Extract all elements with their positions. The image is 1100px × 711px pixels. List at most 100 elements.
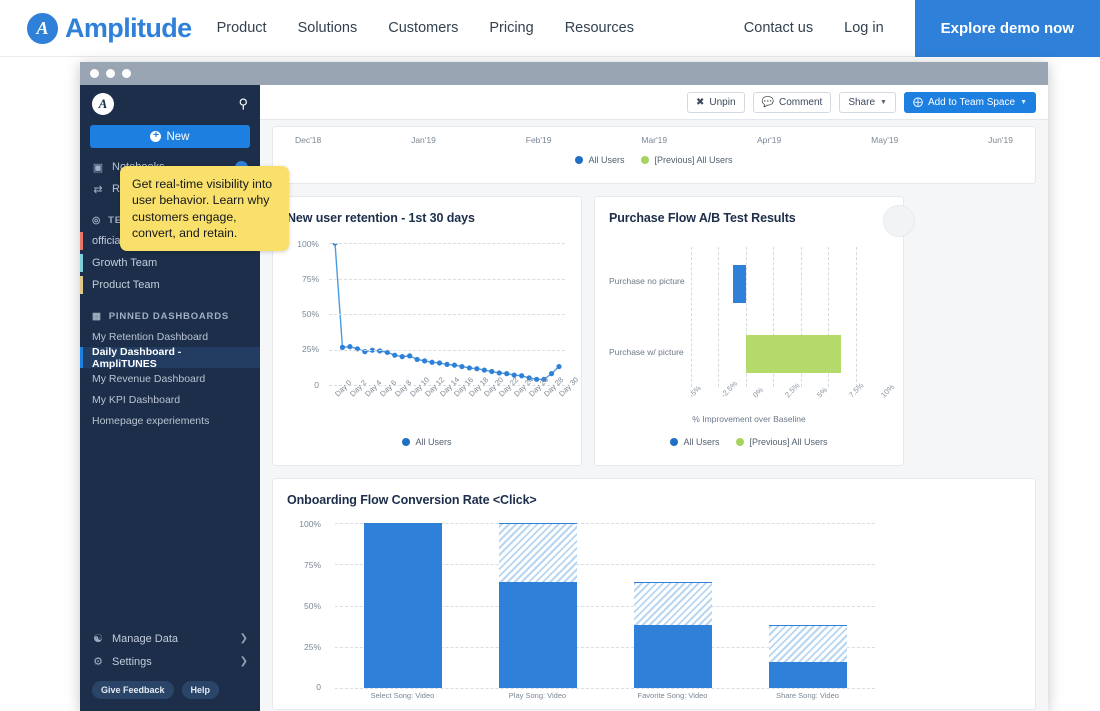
legend-item[interactable]: [Previous] All Users <box>736 437 828 447</box>
dashboard-main: ✖ Unpin 💬 Comment Share ▼ ⨁ Add to Team … <box>260 85 1048 711</box>
retention-data-point[interactable] <box>407 353 413 359</box>
retention-data-point[interactable] <box>451 362 458 368</box>
onboarding-bar[interactable] <box>633 523 712 688</box>
pinned-item-daily-dashboard-amplitunes[interactable]: Daily Dashboard - AmpliTUNES <box>80 345 260 370</box>
onboarding-bar[interactable] <box>768 523 847 688</box>
retention-data-point[interactable] <box>414 356 420 363</box>
sidebar-item-settings[interactable]: ⚙ Settings ❯ <box>80 650 260 673</box>
footer-item-label: Settings <box>112 655 152 668</box>
ytick-label: 25% <box>303 642 321 652</box>
nav-item-resources[interactable]: Resources <box>565 20 634 36</box>
unpin-button[interactable]: ✖ Unpin <box>686 91 745 113</box>
legend-item[interactable]: [Previous] All Users <box>641 155 733 165</box>
legend-swatch <box>736 438 745 446</box>
nav-item-contact-us[interactable]: Contact us <box>744 20 813 36</box>
retention-data-point[interactable] <box>429 359 435 365</box>
retention-data-point[interactable] <box>347 344 353 350</box>
team-space-product-team[interactable]: Product Team <box>80 274 260 296</box>
unpin-icon: ✖ <box>695 96 705 108</box>
panel-timeseries-clipped[interactable]: Dec'18 Jan'19 Feb'19 Mar'19 Apr'19 May'1… <box>272 126 1036 184</box>
add-to-team-space-button[interactable]: ⨁ Add to Team Space ▼ <box>903 91 1036 113</box>
nav-item-pricing[interactable]: Pricing <box>489 20 533 36</box>
pinned-item-label: Daily Dashboard - AmpliTUNES <box>92 345 182 370</box>
pinned-item-my-revenue-dashboard[interactable]: My Revenue Dashboard <box>80 368 260 389</box>
chevron-right-icon: ❯ <box>239 656 248 667</box>
ab-bar-purchase-no-picture[interactable] <box>733 265 746 303</box>
pinned-item-label: My KPI Dashboard <box>92 393 181 406</box>
team-space-label: Product Team <box>92 279 160 291</box>
notebook-icon: ▣ <box>92 161 104 174</box>
retention-data-point[interactable] <box>399 354 405 360</box>
team-space-growth-team[interactable]: Growth Team <box>80 252 260 274</box>
panel-onboarding-flow-conversion[interactable]: Onboarding Flow Conversion Rate <Click> … <box>272 478 1036 710</box>
retention-data-point[interactable] <box>384 349 390 355</box>
team-color-bar <box>80 276 83 294</box>
team-spaces-icon: ◎ <box>92 214 102 226</box>
ab-category-label: Purchase w/ picture <box>609 347 684 357</box>
retention-data-point[interactable] <box>422 358 428 364</box>
retention-data-point[interactable] <box>548 371 555 377</box>
ab-legend: All Users [Previous] All Users <box>595 437 903 447</box>
ab-bar-purchase-w-picture[interactable] <box>745 335 842 373</box>
panel-title: New user retention - 1st 30 days <box>287 211 475 225</box>
legend-label: All Users <box>588 155 625 165</box>
pinned-item-my-kpi-dashboard[interactable]: My KPI Dashboard <box>80 389 260 410</box>
team-space-label: Growth Team <box>92 257 158 269</box>
retention-data-point[interactable] <box>489 368 495 375</box>
pinned-item-my-retention-dashboard[interactable]: My Retention Dashboard <box>80 326 260 347</box>
onboarding-bar-converted <box>633 625 712 688</box>
retention-data-point[interactable] <box>556 363 562 370</box>
retention-data-point[interactable] <box>392 352 398 358</box>
retention-data-point[interactable] <box>504 371 510 377</box>
pinned-item-label: My Revenue Dashboard <box>92 372 206 385</box>
nav-item-log-in[interactable]: Log in <box>844 20 884 36</box>
panel-title: Onboarding Flow Conversion Rate <Click> <box>287 493 537 507</box>
retention-data-point[interactable] <box>474 366 480 372</box>
xtick-label: Share Song: Video <box>776 691 839 700</box>
pinned-item-homepage-experiements[interactable]: Homepage experiements <box>80 410 260 431</box>
legend-item[interactable]: All Users <box>402 437 452 447</box>
onboarding-bar[interactable] <box>363 523 442 688</box>
panel-new-user-retention[interactable]: New user retention - 1st 30 days 100% 75… <box>272 196 582 466</box>
nav-item-product[interactable]: Product <box>217 20 267 36</box>
nav-item-solutions[interactable]: Solutions <box>298 20 358 36</box>
retention-legend: All Users <box>273 437 581 447</box>
legend-swatch <box>402 438 411 446</box>
xtick-label: May'19 <box>871 135 899 145</box>
xtick-label: Favorite Song: Video <box>637 691 708 700</box>
legend-swatch <box>670 438 679 446</box>
retention-data-point[interactable] <box>519 373 525 379</box>
sidebar-item-manage-data[interactable]: ☯ Manage Data ❯ <box>80 627 260 650</box>
new-button[interactable]: + New <box>90 125 250 148</box>
plus-circle-icon: ⨁ <box>912 96 923 108</box>
retention-data-point[interactable] <box>436 360 443 366</box>
nav-item-customers[interactable]: Customers <box>388 20 458 36</box>
onboarding-bar-dropoff <box>633 582 712 626</box>
onboarding-bar-converted <box>498 582 577 688</box>
share-button[interactable]: Share ▼ <box>839 91 896 113</box>
search-icon[interactable]: ⚲ <box>238 96 248 112</box>
gear-icon: ⚙ <box>93 656 103 668</box>
give-feedback-button[interactable]: Give Feedback <box>92 681 174 699</box>
onboarding-bar[interactable] <box>498 523 577 688</box>
onboarding-bar-converted <box>768 661 847 688</box>
explore-demo-button[interactable]: Explore demo now <box>914 0 1100 57</box>
retention-data-point[interactable] <box>444 361 450 368</box>
window-dot-close <box>90 69 99 78</box>
xtick-label: Jan'19 <box>411 135 436 145</box>
retention-data-point[interactable] <box>481 367 487 373</box>
ytick-label: 100% <box>299 519 321 529</box>
help-button[interactable]: Help <box>181 681 220 699</box>
legend-item[interactable]: All Users <box>670 437 719 447</box>
browser-window-mock: A ⚲ + New ▣ Notebooks ⇄ Releases ◎ <box>80 62 1048 711</box>
panel-purchase-flow-ab-test[interactable]: Purchase Flow A/B Test Results Purchase … <box>594 196 915 466</box>
retention-data-point[interactable] <box>466 365 472 371</box>
retention-data-point[interactable] <box>459 363 465 370</box>
amplitude-logo[interactable]: A Amplitude <box>27 12 192 44</box>
add-to-team-space-label: Add to Team Space <box>927 96 1016 108</box>
legend-item[interactable]: All Users <box>575 155 624 165</box>
xtick-label: Mar'19 <box>641 135 668 145</box>
app-sidebar: A ⚲ + New ▣ Notebooks ⇄ Releases ◎ <box>80 85 289 711</box>
app-logo-icon[interactable]: A <box>92 93 114 115</box>
comment-button[interactable]: 💬 Comment <box>752 91 832 113</box>
